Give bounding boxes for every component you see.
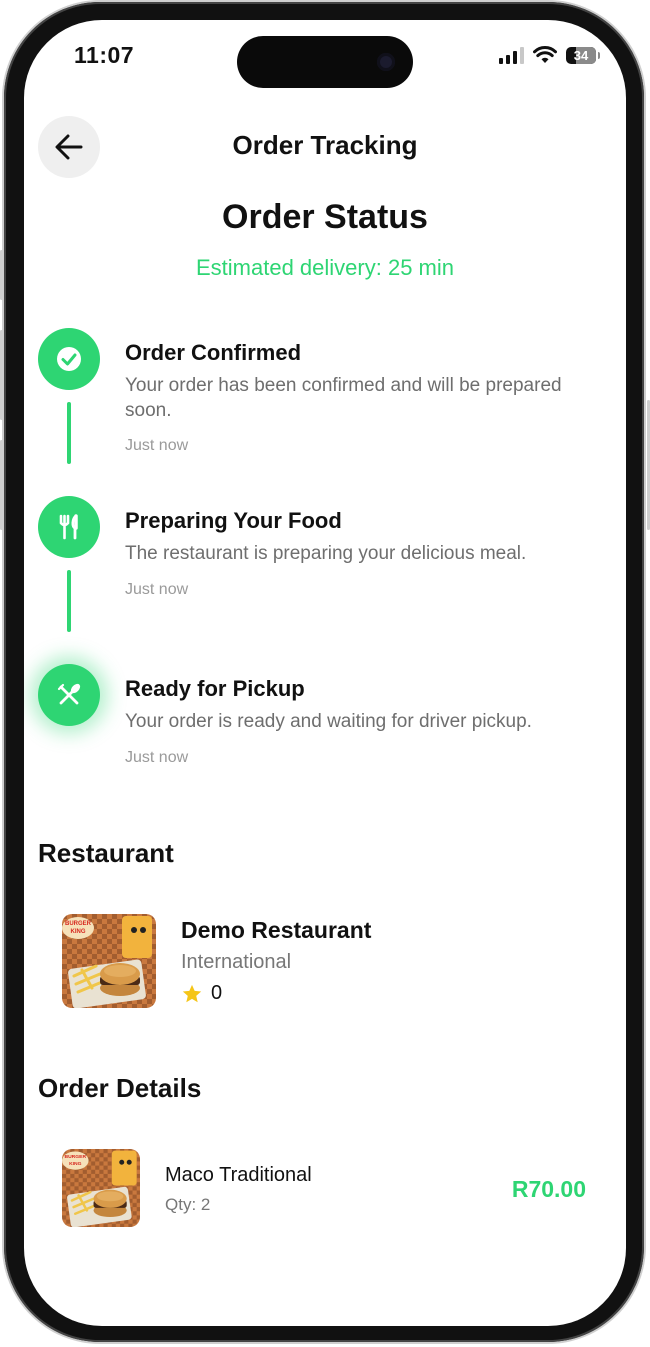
step-icon-circle (38, 496, 100, 558)
dynamic-island (237, 36, 413, 88)
star-icon (182, 984, 202, 1002)
step-icon-circle (38, 328, 100, 390)
order-status-title: Order Status (222, 198, 428, 236)
step-time: Just now (125, 749, 189, 766)
restaurant-rating: 0 (181, 982, 222, 1005)
camera-icon (377, 53, 395, 71)
item-price: R70.00 (511, 1176, 586, 1202)
battery-icon: 34 (566, 46, 600, 64)
step-title: Order Confirmed (125, 340, 302, 365)
order-details-section-title: Order Details (38, 1073, 202, 1103)
timeline-step-preparing: Preparing Your Food The restaurant is pr… (38, 496, 608, 598)
step-title: Ready for Pickup (125, 676, 305, 701)
item-image: BURGER KING (62, 1149, 140, 1227)
step-description: Your order is ready and waiting for driv… (125, 711, 532, 732)
fork-knife-icon (59, 514, 78, 540)
rating-value: 0 (211, 982, 223, 1004)
page-title: Order Tracking (232, 130, 418, 160)
side-button (0, 250, 3, 300)
status-time: 11:07 (74, 42, 135, 68)
side-button (0, 440, 3, 530)
step-time: Just now (125, 437, 189, 454)
utensils-crossed-icon (57, 683, 81, 705)
timeline-step-ready: Ready for Pickup Your order is ready and… (38, 664, 608, 766)
timeline-connector (67, 402, 71, 464)
restaurant-image: BURGER KING (62, 914, 156, 1008)
item-logo: KING (69, 1161, 82, 1167)
step-icon-circle (38, 664, 100, 726)
wifi-icon (533, 46, 557, 63)
step-title: Preparing Your Food (125, 508, 342, 533)
step-description: The restaurant is preparing your delicio… (125, 543, 527, 564)
restaurant-logo: KING (71, 929, 86, 935)
step-time: Just now (125, 581, 189, 598)
restaurant-section-title: Restaurant (38, 838, 174, 868)
cellular-signal-icon (499, 46, 524, 64)
status-indicators: 34 (499, 46, 600, 64)
item-logo: BURGER (65, 1154, 87, 1160)
side-button (0, 330, 3, 420)
check-icon (57, 347, 81, 371)
battery-level: 34 (573, 47, 589, 63)
estimated-delivery: Estimated delivery: 25 min (196, 255, 454, 280)
restaurant-name[interactable]: Demo Restaurant (181, 917, 371, 944)
app-screen: 11:07 34 Order Tracking Order Status Est… (24, 20, 626, 1326)
item-quantity: Qty: 2 (165, 1195, 211, 1214)
restaurant-logo: BURGER (65, 921, 92, 927)
timeline-step-confirmed: Order Confirmed Your order has been conf… (38, 328, 608, 458)
item-name: Maco Traditional (165, 1164, 312, 1186)
restaurant-cuisine: International (181, 951, 292, 973)
timeline-connector (67, 570, 71, 632)
step-description: Your order has been confirmed and will b… (125, 375, 562, 421)
